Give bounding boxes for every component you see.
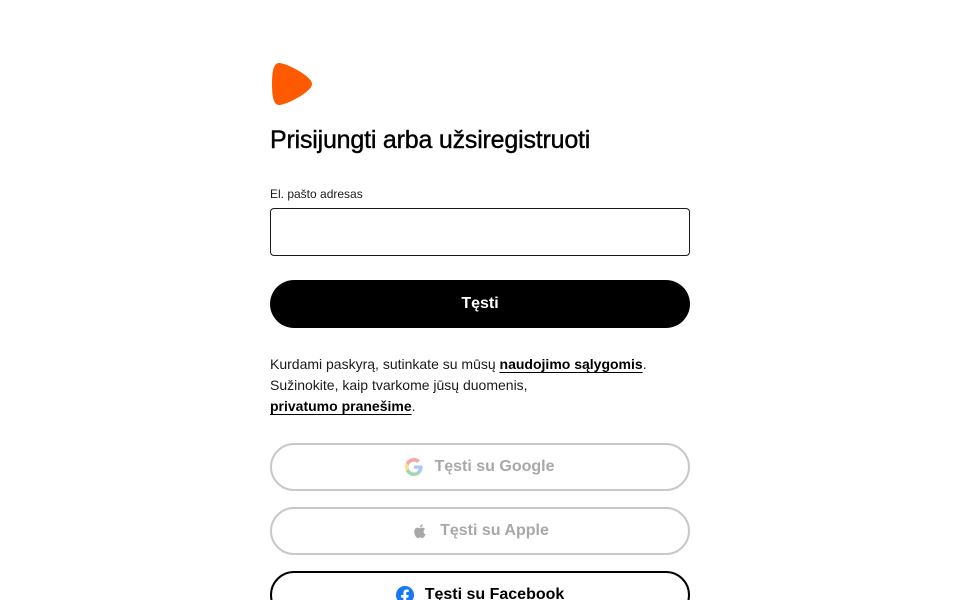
continue-with-facebook-button[interactable]: Tęsti su Facebook	[270, 571, 690, 600]
legal-text-part: .	[642, 356, 647, 372]
privacy-link[interactable]: privatumo pranešime	[270, 398, 412, 414]
login-page: Prisijungti arba užsiregistruoti El. paš…	[0, 0, 960, 600]
brand-logo-icon[interactable]	[270, 62, 314, 106]
email-label: El. pašto adresas	[270, 187, 363, 201]
apple-button-label: Tęsti su Apple	[440, 522, 549, 539]
facebook-icon	[395, 586, 414, 600]
facebook-button-label: Tęsti su Facebook	[424, 586, 565, 600]
legal-text: Kurdami paskyrą, sutinkate su mūsų naudo…	[270, 354, 690, 417]
terms-link[interactable]: naudojimo sąlygomis	[500, 356, 643, 372]
continue-with-google-button[interactable]: Tęsti su Google	[270, 443, 690, 491]
email-input[interactable]	[270, 208, 690, 256]
google-icon	[405, 458, 424, 476]
page-title: Prisijungti arba užsiregistruoti	[270, 126, 591, 154]
continue-button[interactable]: Tęsti	[270, 280, 690, 328]
legal-text-part: Sužinokite, kaip tvarkome jūsų duomenis,	[270, 377, 528, 393]
continue-with-apple-button[interactable]: Tęsti su Apple	[270, 507, 690, 555]
login-form: Prisijungti arba užsiregistruoti El. paš…	[270, 62, 690, 600]
google-button-label: Tęsti su Google	[434, 458, 555, 475]
apple-icon	[411, 522, 429, 540]
legal-text-part: .	[411, 398, 416, 414]
legal-text-part: Kurdami paskyrą, sutinkate su mūsų	[270, 356, 500, 372]
